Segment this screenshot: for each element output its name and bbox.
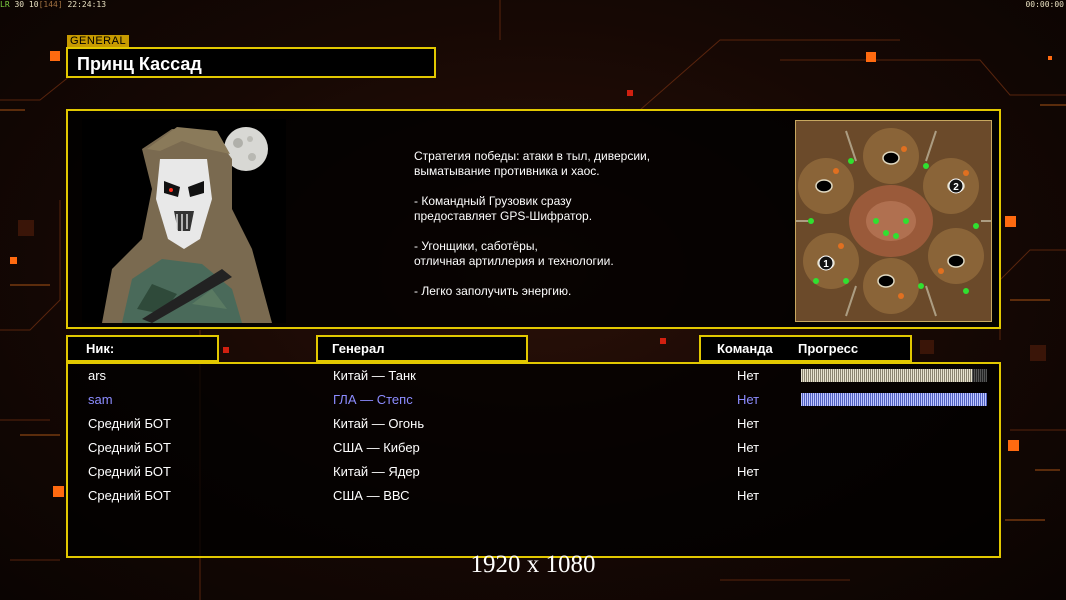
header-team-progress: Команда Прогресс (699, 335, 912, 362)
debug-stats: 30 10 (14, 0, 39, 9)
header-general: Генерал (316, 335, 528, 362)
general-name-box: Принц Кассад (66, 47, 436, 78)
player-team: Нет (737, 368, 760, 383)
player-general: ГЛА — Степс (333, 392, 413, 407)
col-progress-label: Прогресс (798, 341, 859, 356)
general-name: Принц Кассад (77, 54, 202, 74)
player-nick: Средний БОТ (88, 488, 171, 503)
player-team: Нет (737, 488, 760, 503)
player-general: Китай — Танк (333, 368, 416, 383)
strategy-text: Стратегия победы: атаки в тыл, диверсии,… (414, 149, 651, 298)
player-nick: Средний БОТ (88, 416, 171, 431)
col-team-label: Команда (717, 341, 773, 356)
players-list: ars Китай — Танк Нет sam ГЛА — Степс Нет Средн… (66, 362, 1001, 558)
start-marker-2: 2 (953, 182, 959, 193)
player-row[interactable]: Средний БОТ США — Кибер Нет (68, 437, 999, 459)
player-row[interactable]: ars Китай — Танк Нет (68, 365, 999, 387)
player-general: Китай — Ядер (333, 464, 420, 479)
player-progress-bar (801, 369, 987, 382)
player-row[interactable]: Средний БОТ Китай — Огонь Нет (68, 413, 999, 435)
player-team: Нет (737, 464, 760, 479)
resolution-label: 1920 x 1080 (470, 551, 596, 578)
player-row[interactable]: Средний БОТ Китай — Ядер Нет (68, 461, 999, 483)
player-team: Нет (737, 440, 760, 455)
player-general: Китай — Огонь (333, 416, 425, 431)
player-team: Нет (737, 416, 760, 431)
col-nick-label: Ник: (86, 341, 115, 356)
player-general: США — ВВС (333, 488, 410, 503)
player-nick: Средний БОТ (88, 440, 171, 455)
player-row[interactable]: sam ГЛА — Степс Нет (68, 389, 999, 411)
start-marker-1: 1 (823, 259, 829, 270)
col-general-label: Генерал (332, 341, 385, 356)
debug-stats-dim: [144] (38, 0, 63, 9)
debug-time: 22:24:13 (67, 0, 107, 9)
player-general: США — Кибер (333, 440, 420, 455)
game-clock: 00:00:00 (1025, 0, 1064, 9)
player-row[interactable]: Средний БОТ США — ВВС Нет (68, 485, 999, 507)
player-nick: sam (88, 392, 113, 407)
player-nick: Средний БОТ (88, 464, 171, 479)
player-progress-bar (801, 393, 987, 406)
header-nick: Ник: (66, 335, 219, 362)
debug-overlay: LR 30 10[144] 22:24:13 (0, 0, 106, 9)
fps-tag: LR (0, 0, 10, 9)
player-nick: ars (88, 368, 107, 383)
general-info-panel: Стратегия победы: атаки в тыл, диверсии,… (66, 109, 1001, 329)
general-portrait (82, 119, 286, 323)
player-team: Нет (737, 392, 760, 407)
minimap: 1 2 (795, 120, 992, 322)
